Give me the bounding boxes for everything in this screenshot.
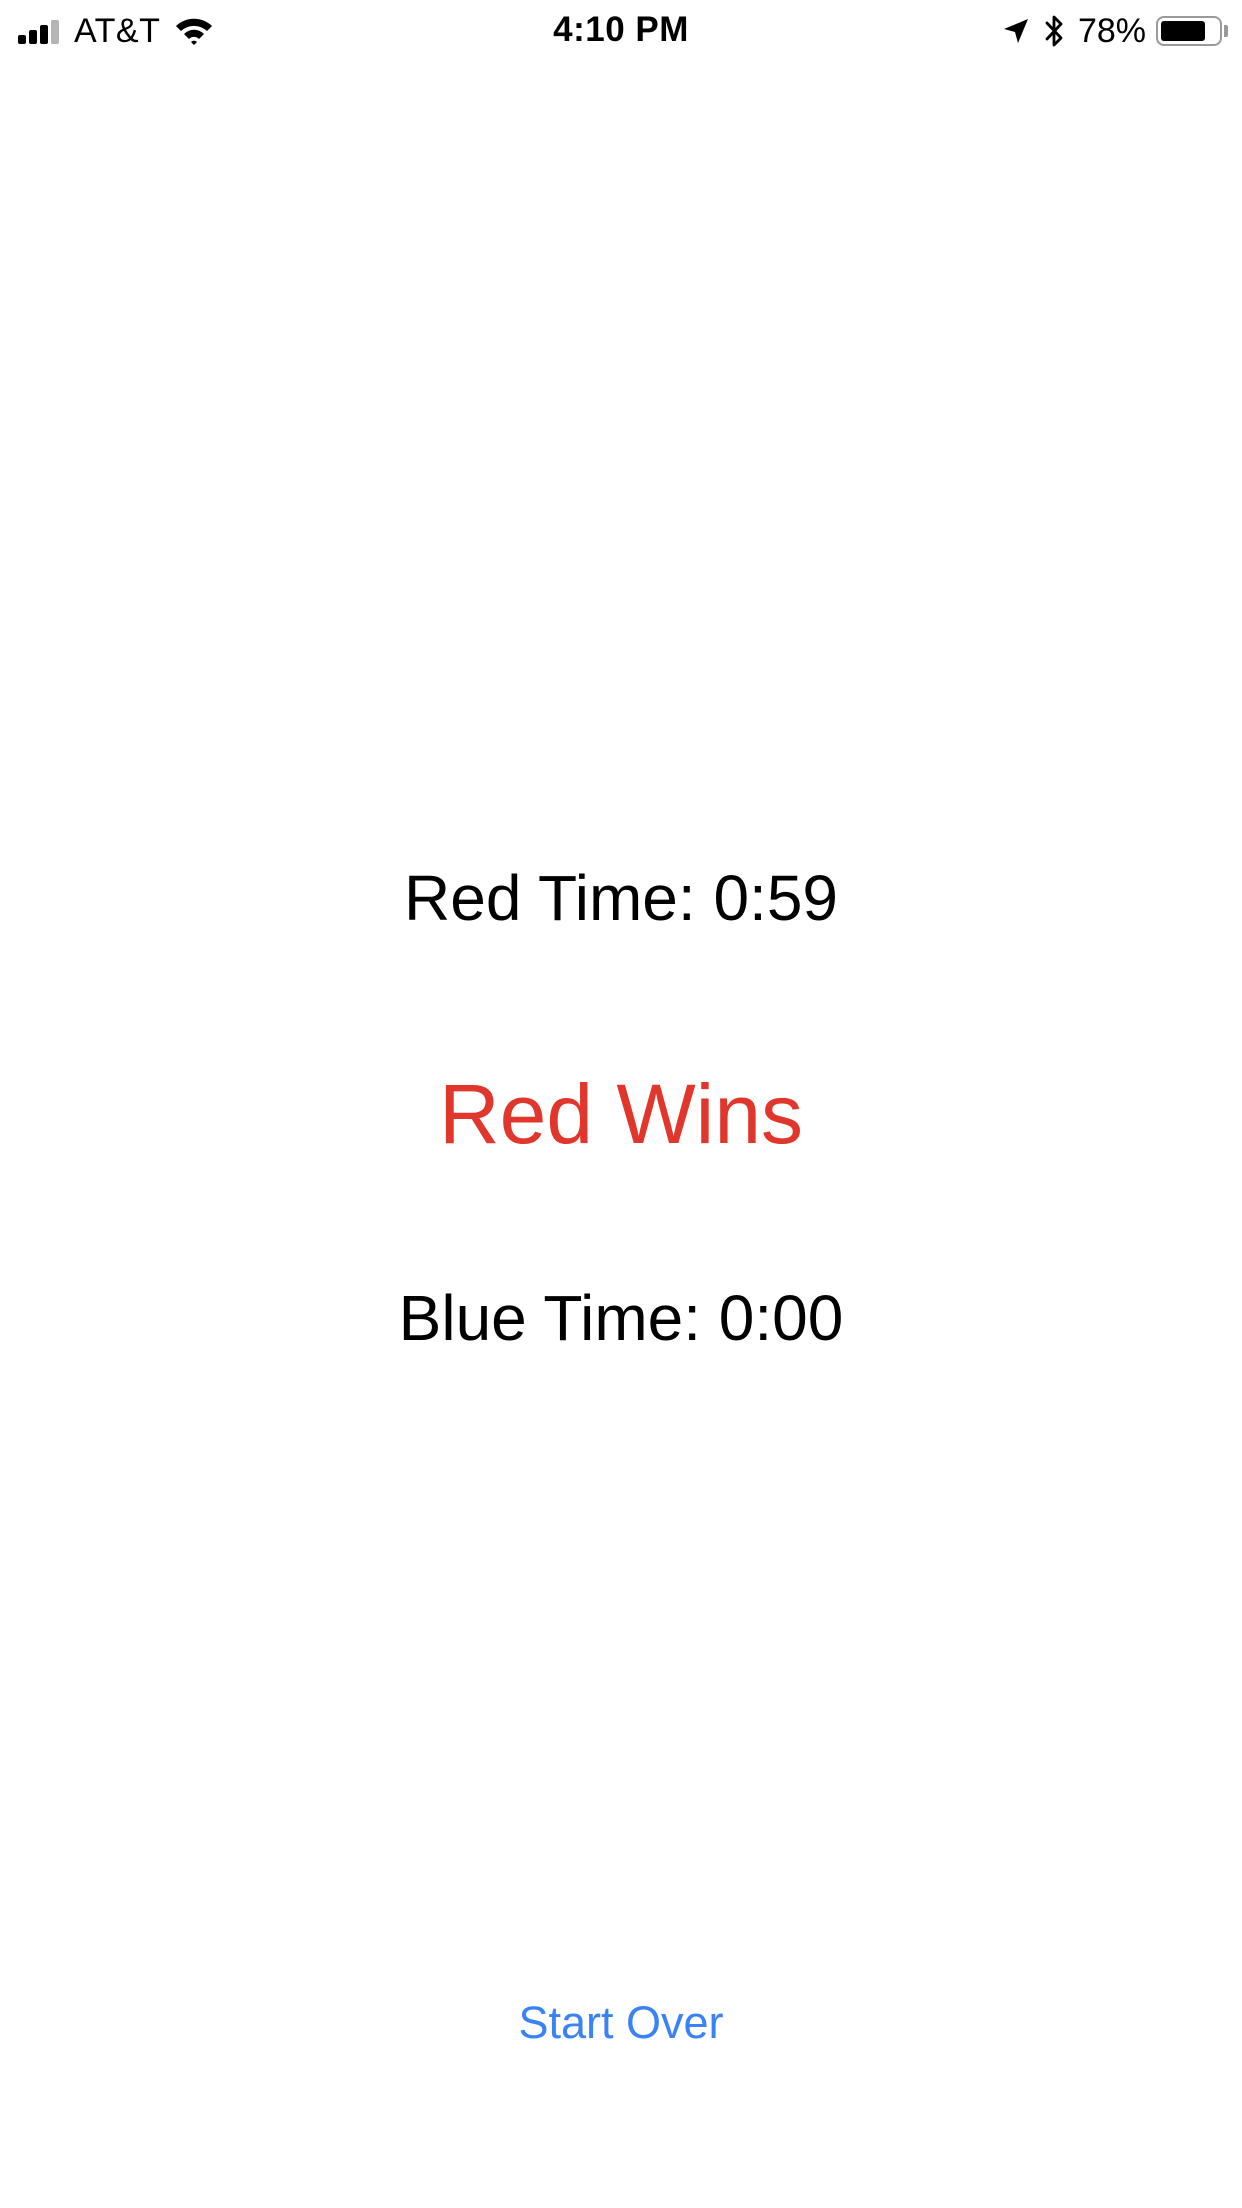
winner-label: Red Wins [438, 1067, 804, 1161]
location-arrow-icon [1002, 17, 1030, 45]
battery-icon [1156, 16, 1222, 46]
battery-percent: 78% [1077, 11, 1146, 50]
status-bar: AT&T 4:10 PM 78% [0, 0, 1242, 60]
battery-fill [1161, 21, 1205, 41]
start-over-button[interactable]: Start Over [421, 1988, 821, 2058]
battery-cap [1224, 25, 1228, 37]
status-bar-right: 78% [1002, 10, 1228, 52]
blue-time-label: Blue Time: 0:00 [398, 1282, 844, 1354]
red-time-label: Red Time: 0:59 [404, 862, 838, 934]
bluetooth-icon [1044, 14, 1064, 48]
